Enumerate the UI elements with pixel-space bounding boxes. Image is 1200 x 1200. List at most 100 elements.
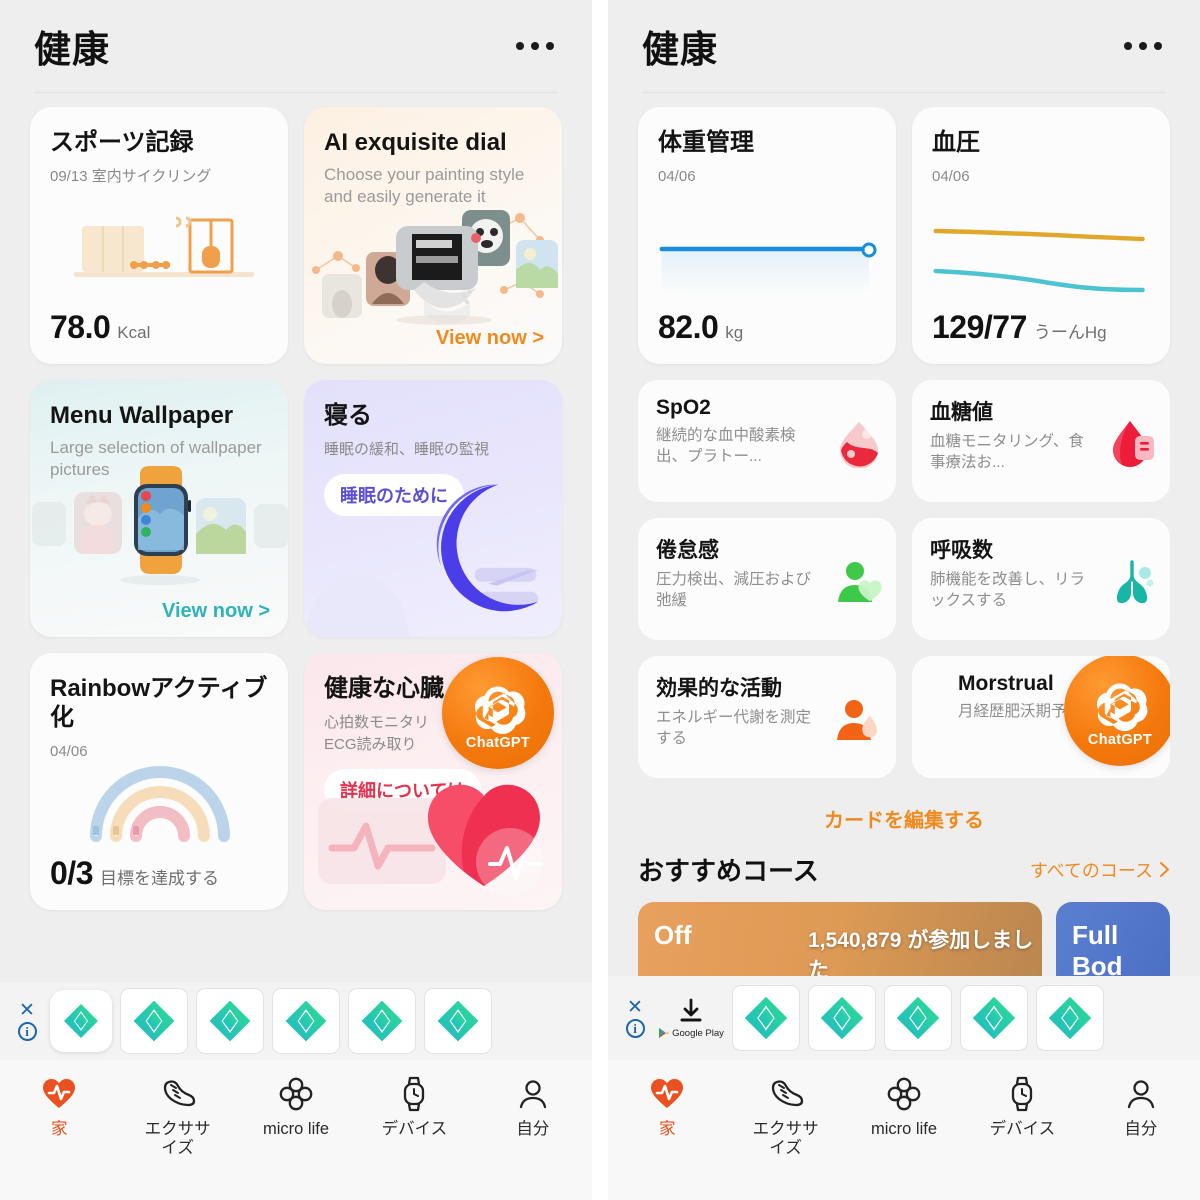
info-circle-icon[interactable]: i — [625, 1019, 645, 1038]
nav-item-exercise[interactable]: エクササイズ — [118, 1074, 236, 1159]
ad-controls[interactable]: ✕ i — [12, 1001, 42, 1041]
store-label: Google Play — [672, 1027, 724, 1039]
nav-label: micro life — [871, 1120, 938, 1138]
ad-download-group[interactable]: Google Play — [658, 997, 724, 1039]
shoe-icon — [160, 1074, 196, 1114]
close-x-icon[interactable]: ✕ — [19, 1001, 35, 1020]
nav-item-profile[interactable]: 自分 — [1082, 1074, 1200, 1139]
card-sleep[interactable]: 寝る 睡眠の緩和、睡眠の監視 睡眠のために — [304, 380, 562, 637]
card-bp-header: 血圧 04/06 — [912, 107, 1170, 187]
section-title: おすすめコース — [638, 856, 819, 886]
card-unit: kg — [725, 323, 744, 342]
chevron-right-icon — [1160, 862, 1169, 877]
ad-app-tile[interactable] — [884, 985, 952, 1051]
diamond-app-icon — [820, 996, 864, 1040]
openai-logo-icon — [1096, 683, 1148, 731]
card-title: Menu Wallpaper — [50, 402, 234, 429]
card-healthy-heart[interactable]: 健康な心臓 心拍数モニタリ ECG読み取り 詳細については ChatGPT — [304, 653, 562, 910]
diamond-app-icon — [64, 1004, 98, 1038]
card-value-group: 0/3 目標を達成する — [50, 855, 219, 892]
tile-respiratory-rate[interactable]: 呼吸数 肺機能を改善し、リラックスする — [912, 518, 1170, 640]
watch-faces-illustration — [32, 466, 288, 585]
recommended-courses-header: おすすめコース すべてのコース — [638, 851, 1170, 888]
card-title: 体重管理 — [658, 129, 754, 156]
tile-subtitle: 血糖モニタリング、食事療法お... — [930, 433, 1084, 471]
ad-controls[interactable]: ✕ i — [620, 998, 650, 1038]
view-now-link[interactable]: View now > — [436, 327, 544, 350]
nav-label: 自分 — [1124, 1120, 1158, 1138]
ad-app-tile[interactable] — [1036, 985, 1104, 1051]
ad-app-tile[interactable] — [272, 988, 340, 1054]
tile-fatigue[interactable]: 倦怠感 圧力検出、減圧および弛緩 — [638, 518, 896, 640]
bottom-nav-left: 家 エクササイズ micro life デバイス 自分 — [0, 1060, 592, 1200]
ad-app-tile-selected[interactable] — [50, 990, 112, 1052]
more-horizontal-icon[interactable] — [516, 42, 558, 50]
moon-cloud-illustration — [304, 484, 539, 637]
card-unit: うーんHg — [1033, 323, 1107, 342]
nav-item-exercise[interactable]: エクササイズ — [726, 1074, 844, 1159]
tile-effective-activity[interactable]: 効果的な活動 エネルギー代謝を測定する — [638, 656, 896, 778]
blood-drop-icon — [840, 422, 878, 468]
diamond-app-icon — [1048, 996, 1092, 1040]
nav-item-micro-life[interactable]: micro life — [237, 1074, 355, 1139]
see-all-courses-link[interactable]: すべてのコース — [1030, 857, 1170, 883]
weight-line-chart — [659, 246, 871, 295]
more-horizontal-icon[interactable] — [1124, 42, 1166, 50]
nav-item-devices[interactable]: デバイス — [963, 1074, 1081, 1139]
ad-app-tile[interactable] — [120, 988, 188, 1054]
nav-item-home[interactable]: 家 — [0, 1074, 118, 1139]
card-sports-record[interactable]: スポーツ記録 09/13 室内サイクリング 78.0 Kcal — [30, 107, 288, 364]
card-date: 04/06 — [932, 167, 970, 185]
edit-cards-button[interactable]: カードを編集する — [638, 804, 1170, 833]
diamond-app-icon — [744, 996, 788, 1040]
card-menu-wallpaper[interactable]: Menu Wallpaper Large selection of wallpa… — [30, 380, 288, 637]
ad-app-tile[interactable] — [960, 985, 1028, 1051]
nav-item-micro-life[interactable]: micro life — [845, 1074, 963, 1139]
nav-item-home[interactable]: 家 — [608, 1074, 726, 1139]
chatgpt-label: ChatGPT — [465, 734, 531, 751]
ad-strip-right: ✕ i Google Play — [608, 976, 1200, 1060]
ad-app-tile[interactable] — [348, 988, 416, 1054]
ad-app-tile[interactable] — [808, 985, 876, 1051]
info-circle-icon[interactable]: i — [17, 1022, 37, 1041]
ecg-heart-illustration — [318, 784, 544, 896]
tile-menstrual[interactable]: Morstrual 月経歴肥沃期予... ChatGPT — [912, 656, 1170, 778]
phone-screen-right: 健康 体重管理 04/06 82.0 kg 血圧 04/06 129/77 うー… — [608, 0, 1200, 1200]
lungs-icon — [1116, 560, 1154, 604]
tile-subtitle: エネルギー代謝を測定する — [656, 709, 812, 747]
card-rainbow-activation[interactable]: Rainbowアクティブ化 04/06 0/3 目標を達成する — [30, 653, 288, 910]
card-weight-management[interactable]: 体重管理 04/06 82.0 kg — [638, 107, 896, 364]
tile-blood-glucose[interactable]: 血糖値 血糖モニタリング、食事療法お... — [912, 380, 1170, 502]
card-sports-header: スポーツ記録 09/13 室内サイクリング — [30, 107, 288, 187]
card-unit: Kcal — [117, 323, 151, 342]
ad-app-tile[interactable] — [196, 988, 264, 1054]
chatgpt-badge[interactable]: ChatGPT — [442, 657, 554, 769]
ad-app-tile[interactable] — [732, 985, 800, 1051]
tile-spo2[interactable]: SpO2 継続的な血中酸素検出、プラトー... — [638, 380, 896, 502]
nav-item-devices[interactable]: デバイス — [355, 1074, 473, 1139]
diamond-app-icon — [896, 996, 940, 1040]
view-now-link[interactable]: View now > — [162, 600, 270, 623]
download-icon — [680, 998, 702, 1022]
nav-item-profile[interactable]: 自分 — [474, 1074, 592, 1139]
course-label: Full Bod — [1072, 920, 1123, 981]
diamond-app-icon — [972, 996, 1016, 1040]
close-x-icon[interactable]: ✕ — [627, 998, 643, 1017]
see-all-label: すべてのコース — [1029, 860, 1153, 881]
card-value-group: 82.0 kg — [658, 309, 743, 346]
person-icon — [1125, 1074, 1157, 1114]
health-tile-grid: SpO2 継続的な血中酸素検出、プラトー... 血糖値 血糖モニタリング、食事療… — [638, 380, 1170, 778]
diamond-app-icon — [133, 1000, 175, 1042]
diamond-app-icon — [209, 1000, 251, 1042]
header-right: 健康 — [608, 0, 1200, 92]
course-label: Off — [654, 920, 692, 950]
card-rainbow-header: Rainbowアクティブ化 04/06 — [30, 653, 288, 762]
card-blood-pressure[interactable]: 血圧 04/06 129/77 うーんHg — [912, 107, 1170, 364]
chatgpt-badge[interactable]: ChatGPT — [1064, 656, 1170, 766]
tile-subtitle: 肺機能を改善し、リラックスする — [930, 571, 1086, 609]
card-ai-exquisite-dial[interactable]: AI exquisite dial Choose your painting s… — [304, 107, 562, 364]
page-title: 健康 — [642, 29, 718, 70]
dual-phone-screenshot: 健康 スポーツ記録 09/13 室内サイクリング 78.0 Kcal AI ex… — [0, 0, 1200, 1200]
phone-screen-left: 健康 スポーツ記録 09/13 室内サイクリング 78.0 Kcal AI ex… — [0, 0, 592, 1200]
ad-app-tile[interactable] — [424, 988, 492, 1054]
